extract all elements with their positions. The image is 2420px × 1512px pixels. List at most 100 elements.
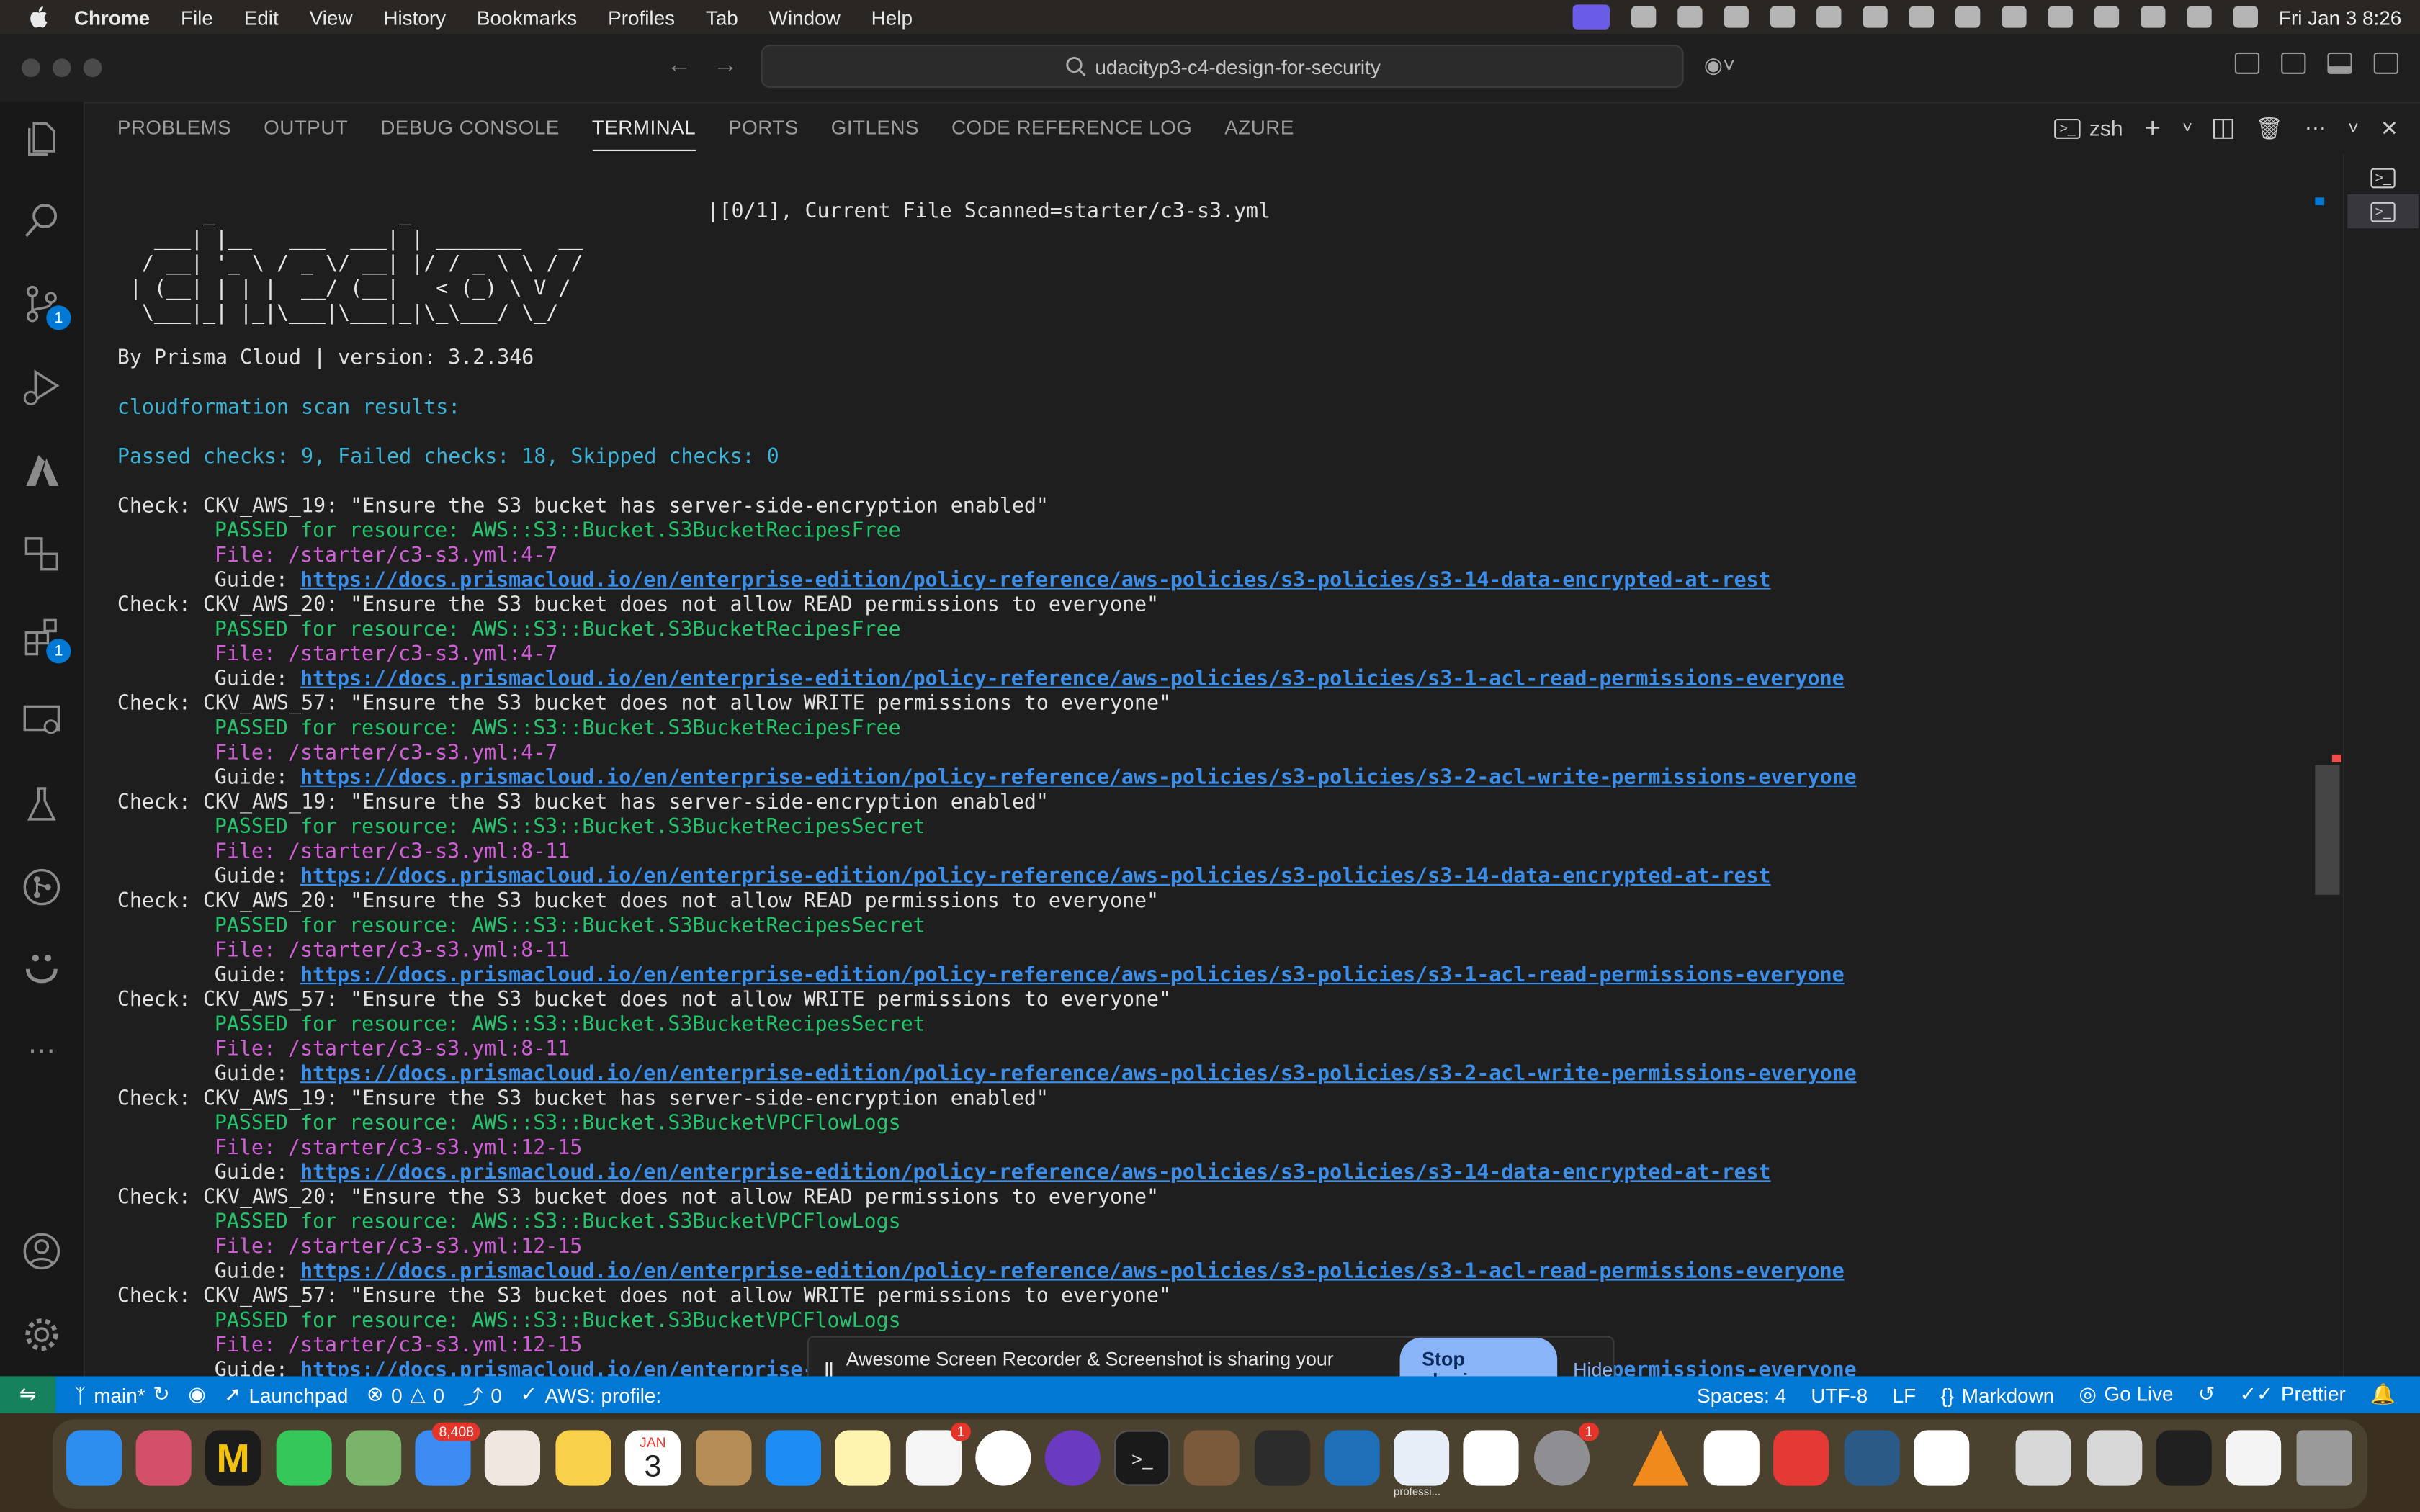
guide-link[interactable]: https://docs.prismacloud.io/en/enterpris… (300, 1162, 1771, 1185)
finder-icon[interactable] (66, 1430, 122, 1486)
accounts-icon[interactable] (19, 1228, 65, 1274)
tab-code-reference-log[interactable]: CODE REFERENCE LOG (951, 102, 1192, 154)
toggle-secondary-sidebar-icon[interactable] (2373, 52, 2398, 74)
indentation-status[interactable]: Spaces: 4 (1697, 1383, 1786, 1406)
menu-window[interactable]: Window (769, 6, 841, 29)
display-icon[interactable] (1908, 6, 1933, 28)
calendar-icon[interactable]: JAN 3 (624, 1430, 681, 1486)
menu-app-name[interactable]: Chrome (74, 6, 150, 29)
close-panel-icon[interactable]: ✕ (2380, 115, 2398, 141)
menu-file[interactable]: File (181, 6, 213, 29)
vscode-icon[interactable] (1463, 1430, 1519, 1486)
guide-link[interactable]: https://docs.prismacloud.io/en/enterpris… (300, 1063, 1857, 1086)
menu-bookmarks[interactable]: Bookmarks (477, 6, 577, 29)
notes-icon[interactable] (555, 1430, 611, 1486)
wps-office-icon[interactable] (1773, 1430, 1829, 1486)
wifi-icon[interactable] (2140, 6, 2165, 28)
app-store-icon[interactable] (765, 1430, 821, 1486)
cloud-icon[interactable] (1677, 6, 1702, 28)
word-document-icon[interactable]: professi... (1393, 1430, 1450, 1498)
google-meet-icon[interactable] (1703, 1430, 1760, 1486)
manage-gear-icon[interactable] (19, 1311, 65, 1357)
gitlens-icon[interactable] (19, 864, 65, 910)
spotlight-icon[interactable] (2186, 6, 2211, 28)
menu-edit[interactable]: Edit (244, 6, 279, 29)
split-terminal-icon[interactable] (2213, 117, 2234, 138)
command-center-search[interactable]: udacityp3-c4-design-for-security (761, 45, 1684, 89)
notifications-bell-icon[interactable]: 🔔 (2370, 1382, 2396, 1407)
azure-icon[interactable] (19, 447, 65, 493)
vlc-icon[interactable] (1633, 1430, 1689, 1486)
guide-link[interactable]: https://docs.prismacloud.io/en/enterpris… (300, 668, 1845, 691)
ports-status[interactable]: ⤴ 0 (463, 1380, 502, 1410)
control-center-icon[interactable] (2232, 6, 2257, 28)
maps-icon[interactable] (346, 1430, 402, 1486)
problems-status[interactable]: ⊗ 0 △ 0 (367, 1382, 444, 1407)
back-arrow-icon[interactable]: ← (667, 53, 691, 81)
guide-link[interactable]: https://docs.prismacloud.io/en/enterpris… (300, 964, 1845, 987)
tab-debug-console[interactable]: DEBUG CONSOLE (380, 102, 560, 154)
language-mode[interactable]: {} Markdown (1940, 1383, 2054, 1406)
tab-output[interactable]: OUTPUT (264, 102, 348, 154)
passwords-app-icon[interactable] (1914, 1430, 1970, 1486)
aws-profile-status[interactable]: ✓ AWS: profile: (521, 1382, 662, 1407)
testing-icon[interactable] (19, 780, 65, 827)
zoom-window-button[interactable] (83, 58, 102, 78)
tray-app-icon[interactable] (1862, 6, 1887, 28)
go-live-button[interactable]: ◎ Go Live (2079, 1382, 2174, 1407)
close-window-button[interactable] (22, 58, 40, 78)
recent-window-vscode[interactable] (2156, 1430, 2212, 1486)
minimize-window-button[interactable] (52, 58, 71, 78)
maximize-panel-chevron-icon[interactable]: ˅ (2348, 117, 2359, 139)
recent-document-2[interactable] (2087, 1430, 2143, 1486)
copilot-status-icon[interactable]: ↺ (2198, 1382, 2215, 1407)
guide-link[interactable]: https://docs.prismacloud.io/en/enterpris… (300, 570, 1771, 593)
new-terminal-plus-icon[interactable]: + (2145, 112, 2161, 144)
recent-document-1[interactable] (2015, 1430, 2071, 1486)
menu-help[interactable]: Help (871, 6, 913, 29)
launchpad-icon[interactable] (135, 1430, 192, 1486)
vlc-tray-icon[interactable] (1816, 6, 1841, 28)
remote-explorer-icon[interactable] (19, 531, 65, 577)
remote-window-icon[interactable] (19, 698, 65, 744)
reminders-icon[interactable]: 1 (905, 1422, 971, 1486)
menu-view[interactable]: View (310, 6, 353, 29)
stickies-icon[interactable] (835, 1430, 891, 1486)
google-drive-icon[interactable] (1255, 1430, 1311, 1486)
guide-link[interactable]: https://docs.prismacloud.io/en/enterpris… (300, 1261, 1845, 1284)
menu-profiles[interactable]: Profiles (608, 6, 675, 29)
terminal-app-icon[interactable]: >_ (1114, 1430, 1170, 1486)
tab-terminal[interactable]: TERMINAL (591, 102, 696, 154)
source-control-icon[interactable]: 1 (19, 281, 71, 330)
apple-icon[interactable] (28, 6, 50, 28)
tab-problems[interactable]: PROBLEMS (117, 102, 231, 154)
extension-tray-icon[interactable] (1769, 6, 1795, 28)
tab-azure[interactable]: AZURE (1224, 102, 1294, 154)
messages-icon[interactable] (276, 1430, 332, 1486)
mail-icon[interactable]: 8,408 (415, 1422, 480, 1486)
terminal-shell-selector[interactable]: >_ zsh (2055, 116, 2123, 140)
chevron-down-icon[interactable]: ˅ (2182, 119, 2192, 138)
forward-arrow-icon[interactable]: → (713, 53, 738, 81)
launchpad-status[interactable]: ➚ Launchpad (224, 1382, 348, 1407)
word-tray-icon[interactable] (1630, 6, 1656, 28)
recent-window-chrome[interactable] (2226, 1430, 2282, 1486)
terminal-instance-2[interactable]: >_ (2347, 194, 2419, 229)
prettier-status[interactable]: ✓✓ Prettier (2240, 1382, 2346, 1407)
firefox-icon[interactable] (1044, 1430, 1101, 1486)
photos-icon[interactable] (484, 1430, 540, 1486)
menu-clock[interactable]: Fri Jan 3 8:26 (2279, 6, 2401, 29)
screen-recorder-icon[interactable] (1572, 4, 1609, 30)
contacts-icon[interactable] (696, 1430, 752, 1486)
more-views-icon[interactable]: ⋯ (19, 1027, 65, 1074)
weather-icon[interactable] (1723, 6, 1748, 28)
trash-icon[interactable]: 🗑 (2256, 115, 2283, 141)
tab-ports[interactable]: PORTS (728, 102, 799, 154)
gitlens-status[interactable]: ◉ (188, 1382, 205, 1407)
terminal-instance-1[interactable]: >_ (2347, 161, 2419, 194)
tab-gitlens[interactable]: GITLENS (831, 102, 919, 154)
trash-bin-icon[interactable] (2296, 1430, 2352, 1486)
toggle-primary-sidebar-icon[interactable] (2281, 52, 2306, 74)
tray-app-icon-3[interactable] (2001, 6, 2026, 28)
input-source-icon[interactable] (2093, 6, 2119, 28)
